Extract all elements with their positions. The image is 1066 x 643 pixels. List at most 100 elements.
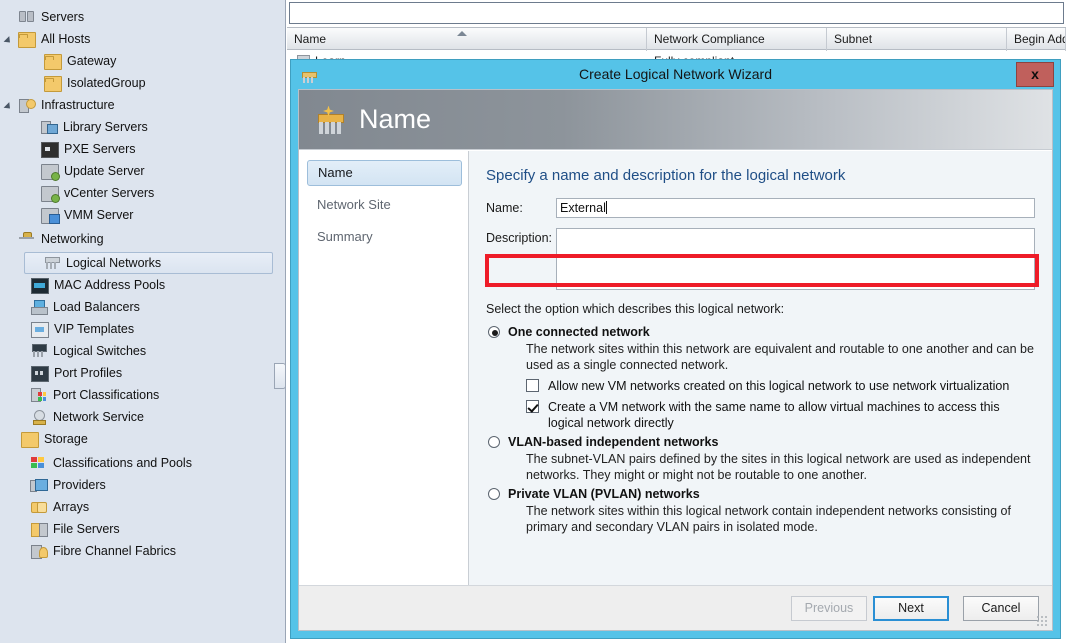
sidebar-item-classifications-and-pools[interactable]: Classifications and Pools (0, 452, 285, 474)
column-header-label: Subnet (834, 32, 873, 46)
checkbox-row[interactable]: Allow new VM networks created on this lo… (508, 378, 1035, 394)
sidebar-item-isolatedgroup[interactable]: IsolatedGroup (0, 72, 285, 94)
sidebar-item-load-balancers[interactable]: Load Balancers (0, 296, 285, 318)
sidebar-item-label: Storage (44, 432, 88, 446)
sidebar-item-label: vCenter Servers (64, 186, 155, 200)
page-heading: Specify a name and description for the l… (486, 167, 846, 184)
navigation-sidebar: Servers All Hosts Gateway IsolatedGroup Infr… (0, 0, 286, 643)
checkbox-checked-icon[interactable] (526, 400, 539, 413)
sidebar-item-update-server[interactable]: Update Server (0, 160, 285, 182)
wizard-step-network-site[interactable]: Network Site (307, 192, 462, 218)
servers-icon (18, 9, 36, 25)
sidebar-item-arrays[interactable]: Arrays (0, 496, 285, 518)
option-description: The network sites within this network ar… (526, 342, 1034, 372)
sidebar-item-all-hosts[interactable]: All Hosts (0, 28, 285, 50)
load-balancers-icon (30, 299, 48, 315)
sidebar-item-providers[interactable]: Providers (0, 474, 285, 496)
text-caret (605, 201, 607, 214)
option-private-vlan-pvlan-networks[interactable]: Private VLAN (PVLAN) networks The network… (486, 486, 1035, 535)
column-header-begin-add[interactable]: Begin Add (1007, 28, 1066, 51)
radio-button[interactable] (488, 488, 500, 500)
sidebar-item-file-servers[interactable]: File Servers (0, 518, 285, 540)
grid-column-headers: Name Network Compliance Subnet Begin Add (287, 27, 1066, 51)
option-description: The network sites within this logical ne… (526, 504, 1011, 534)
filter-input[interactable] (289, 2, 1064, 24)
column-header-label: Begin Add (1014, 32, 1066, 46)
vcenter-servers-icon (41, 185, 60, 203)
pxe-servers-icon (41, 142, 59, 158)
sidebar-item-logical-switches[interactable]: Logical Switches (0, 340, 285, 362)
infrastructure-icon (18, 97, 36, 113)
sidebar-item-networking[interactable]: Networking (0, 228, 285, 250)
description-input[interactable] (556, 228, 1035, 290)
dialog-title-bar[interactable]: Create Logical Network Wizard x (291, 60, 1060, 89)
column-header-name[interactable]: Name (287, 28, 647, 51)
expander-open-icon[interactable] (4, 99, 16, 111)
sidebar-item-mac-address-pools[interactable]: MAC Address Pools (0, 274, 285, 296)
wizard-step-label: Network Site (317, 197, 391, 212)
radio-button[interactable] (488, 436, 500, 448)
option-one-connected-network[interactable]: One connected network The network sites w… (486, 324, 1035, 431)
storage-icon (21, 431, 39, 448)
sparkle-icon (323, 105, 334, 117)
sidebar-item-pxe-servers[interactable]: PXE Servers (0, 138, 285, 160)
sidebar-item-label: Network Service (53, 410, 144, 424)
cancel-button[interactable]: Cancel (963, 596, 1039, 621)
close-icon[interactable]: x (1016, 62, 1054, 87)
wizard-steps: Name Network Site Summary (299, 151, 469, 586)
column-header-network-compliance[interactable]: Network Compliance (647, 28, 827, 51)
sidebar-item-storage[interactable]: Storage (0, 428, 285, 450)
sidebar-item-servers[interactable]: Servers (0, 6, 285, 28)
file-servers-icon (30, 521, 48, 537)
wizard-step-label: Name (318, 165, 353, 180)
port-profiles-icon (31, 366, 49, 382)
checkbox-label: Create a VM network with the same name t… (548, 400, 1000, 430)
sidebar-item-label: Gateway (67, 54, 117, 68)
expander-open-icon[interactable] (4, 33, 16, 45)
checkbox-row[interactable]: Create a VM network with the same name t… (508, 399, 1035, 431)
next-button[interactable]: Next (873, 596, 949, 621)
sidebar-item-port-profiles[interactable]: Port Profiles (0, 362, 285, 384)
library-servers-icon (40, 119, 58, 135)
sidebar-item-vcenter-servers[interactable]: vCenter Servers (0, 182, 285, 204)
radio-button-selected[interactable] (488, 326, 500, 338)
column-header-subnet[interactable]: Subnet (827, 28, 1007, 51)
option-vlan-based-independent-networks[interactable]: VLAN-based independent networks The subne… (486, 434, 1035, 483)
sidebar-item-label: Arrays (53, 500, 90, 514)
sidebar-item-label: Networking (41, 232, 104, 246)
sidebar-item-label: Classifications and Pools (53, 456, 192, 470)
checkbox-label: Allow new VM networks created on this lo… (548, 379, 1010, 393)
networking-icon (18, 231, 36, 247)
sidebar-item-infrastructure[interactable]: Infrastructure (0, 94, 285, 116)
checkbox-unchecked-icon[interactable] (526, 379, 539, 392)
column-header-label: Network Compliance (654, 32, 765, 46)
sidebar-item-library-servers[interactable]: Library Servers (0, 116, 285, 138)
dialog-body: Name Name Network Site Summary Specify a n… (298, 89, 1053, 631)
wizard-step-label: Summary (317, 229, 373, 244)
dialog-title: Create Logical Network Wizard (579, 66, 772, 82)
sidebar-item-gateway[interactable]: Gateway (0, 50, 285, 72)
logical-switches-icon (30, 343, 48, 359)
sidebar-item-logical-networks[interactable]: Logical Networks (24, 252, 273, 274)
name-field-row: Name: External (486, 198, 1035, 218)
resize-grip-icon[interactable] (1036, 615, 1048, 627)
sidebar-item-fibre-channel-fabrics[interactable]: Fibre Channel Fabrics (0, 540, 285, 562)
sidebar-item-network-service[interactable]: Network Service (0, 406, 285, 428)
sidebar-item-label: VIP Templates (54, 322, 135, 336)
wizard-step-summary[interactable]: Summary (307, 224, 462, 250)
previous-button[interactable]: Previous (791, 596, 867, 621)
sidebar-splitter-handle[interactable] (274, 363, 285, 389)
sidebar-item-label: File Servers (53, 522, 120, 536)
sidebar-item-vmm-server[interactable]: VMM Server (0, 204, 285, 226)
sidebar-item-vip-templates[interactable]: VIP Templates (0, 318, 285, 340)
wizard-step-name[interactable]: Name (307, 160, 462, 186)
application-window: Servers All Hosts Gateway IsolatedGroup Infr… (0, 0, 1066, 643)
name-input[interactable]: External (556, 198, 1035, 218)
sidebar-item-port-classifications[interactable]: Port Classifications (0, 384, 285, 406)
